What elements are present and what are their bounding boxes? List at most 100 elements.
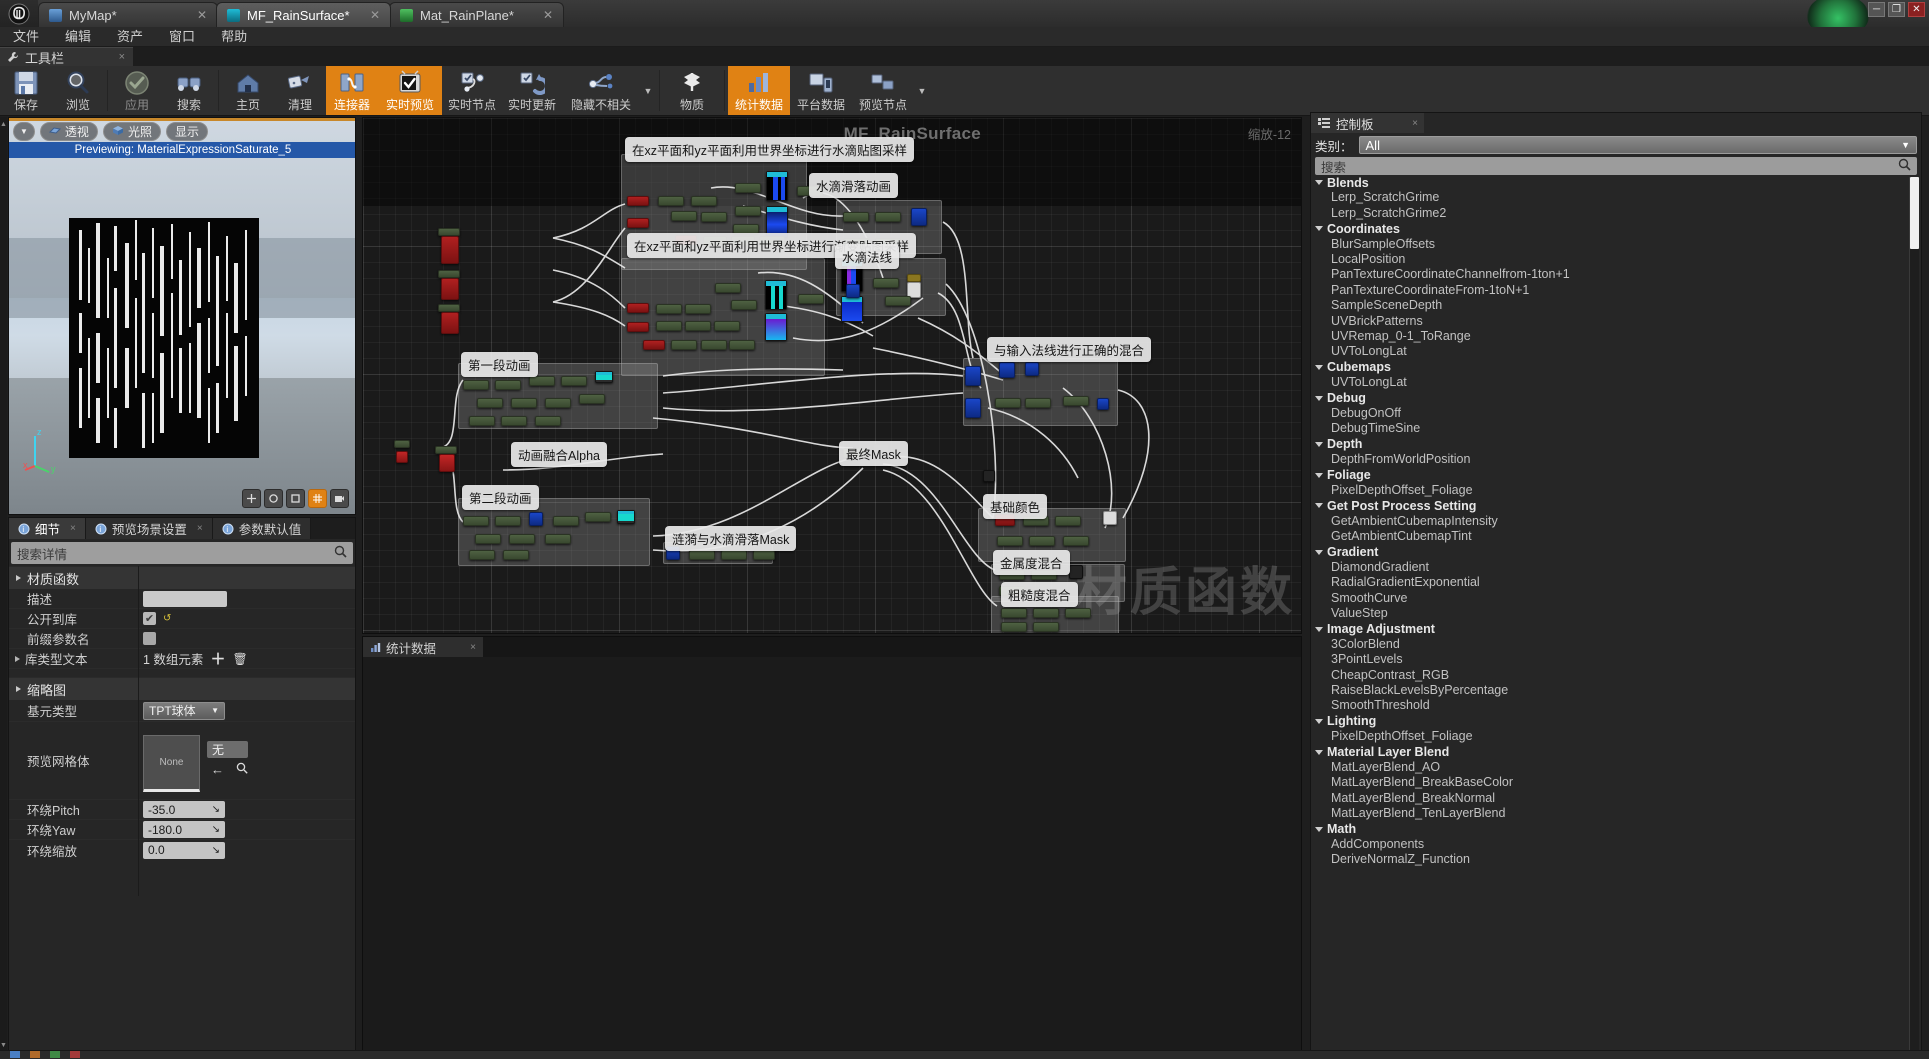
- toolbar-clean-button[interactable]: 清理: [274, 66, 326, 115]
- graph-texture-node[interactable]: [617, 510, 635, 524]
- graph-node[interactable]: [731, 300, 757, 310]
- taskb-icon-1[interactable]: [10, 1051, 20, 1058]
- palette-list-item[interactable]: PanTextureCoordinateFrom-1toN+1: [1313, 283, 1921, 298]
- graph-comment[interactable]: 涟漪与水滴滑落Mask: [665, 526, 797, 551]
- graph-comment[interactable]: 粗糙度混合: [1001, 582, 1078, 607]
- graph-node[interactable]: [441, 312, 459, 334]
- palette-list-item[interactable]: SampleSceneDepth: [1313, 298, 1921, 313]
- graph-node[interactable]: [846, 284, 860, 298]
- palette-list-item[interactable]: DebugOnOff: [1313, 406, 1921, 421]
- graph-node[interactable]: [1025, 398, 1051, 408]
- graph-node[interactable]: [463, 380, 489, 390]
- graph-comment[interactable]: 动画融合Alpha: [511, 442, 607, 467]
- viewport-lit-button[interactable]: 光照: [102, 122, 161, 141]
- graph-node[interactable]: [441, 236, 459, 264]
- graph-node[interactable]: [1033, 622, 1059, 632]
- palette-list-item[interactable]: LocalPosition: [1313, 252, 1921, 267]
- graph-node[interactable]: [475, 534, 501, 544]
- graph-node[interactable]: [753, 550, 775, 560]
- graph-node[interactable]: [553, 516, 579, 526]
- graph-node[interactable]: [701, 212, 727, 222]
- tab-parameter-defaults[interactable]: i 参数默认值: [212, 518, 312, 539]
- graph-node[interactable]: [438, 270, 460, 278]
- graph-node[interactable]: [463, 516, 489, 526]
- palette-list-item[interactable]: Lerp_ScratchGrime: [1313, 190, 1921, 205]
- toolbar-apply-button[interactable]: 应用: [111, 66, 163, 115]
- palette-group-header[interactable]: Get Post Process Setting: [1313, 498, 1921, 513]
- graph-node[interactable]: [529, 512, 543, 526]
- graph-node[interactable]: [643, 340, 665, 350]
- palette-group-header[interactable]: Blends: [1313, 175, 1921, 190]
- graph-node[interactable]: [875, 212, 901, 222]
- graph-node[interactable]: [509, 534, 535, 544]
- orbit-pitch-input[interactable]: -35.0 ↘: [143, 801, 225, 818]
- graph-node[interactable]: [873, 278, 899, 288]
- graph-texture-node[interactable]: [841, 296, 863, 322]
- search-icon[interactable]: [236, 762, 248, 777]
- graph-node[interactable]: [627, 322, 649, 332]
- graph-node[interactable]: [1029, 536, 1055, 546]
- palette-group-header[interactable]: Coordinates: [1313, 221, 1921, 236]
- graph-node[interactable]: [701, 340, 727, 350]
- triangle-right-icon[interactable]: [15, 655, 20, 662]
- graph-node[interactable]: [656, 321, 682, 331]
- palette-list-item[interactable]: PixelDepthOffset_Foliage: [1313, 483, 1921, 498]
- palette-group-header[interactable]: Debug: [1313, 390, 1921, 405]
- toolbar-live-nodes-button[interactable]: 实时节点: [442, 66, 502, 115]
- graph-node[interactable]: [511, 398, 537, 408]
- palette-group-header[interactable]: Gradient: [1313, 544, 1921, 559]
- graph-node[interactable]: [715, 283, 741, 293]
- scroll-down-icon[interactable]: ▼: [0, 1040, 7, 1050]
- graph-comment[interactable]: 水滴滑落动画: [809, 173, 899, 198]
- close-icon[interactable]: ✕: [187, 8, 207, 22]
- reset-arrow-icon[interactable]: ↘: [212, 845, 220, 856]
- material-preview-viewport[interactable]: ▼ 透视 光照 显示 Previewing: MaterialExpressio…: [8, 117, 356, 515]
- tab-preview-scene-settings[interactable]: i 预览场景设置 ×: [85, 518, 213, 539]
- graph-node[interactable]: [885, 296, 911, 306]
- graph-node[interactable]: [965, 366, 981, 386]
- viewport-options-button[interactable]: ▼: [13, 122, 35, 141]
- graph-node[interactable]: [656, 304, 682, 314]
- graph-texture-node[interactable]: [595, 371, 613, 383]
- plus-icon[interactable]: ＋: [210, 648, 225, 669]
- palette-scrollbar-track[interactable]: [1910, 177, 1919, 1051]
- palette-list-item[interactable]: PanTextureCoordinateChannelfrom-1ton+1: [1313, 267, 1921, 282]
- details-section-material-function[interactable]: 材质函数: [9, 566, 355, 589]
- palette-list-item[interactable]: RadialGradientExponential: [1313, 575, 1921, 590]
- graph-node[interactable]: [627, 196, 649, 206]
- palette-scrollbar-thumb[interactable]: [1910, 177, 1919, 249]
- viewport-perspective-button[interactable]: 透视: [39, 122, 98, 141]
- menu-item-file[interactable]: 文件: [0, 27, 52, 47]
- graph-node[interactable]: [691, 196, 717, 206]
- menu-item-help[interactable]: 帮助: [208, 27, 260, 47]
- graph-texture-node[interactable]: [765, 280, 787, 310]
- graph-node[interactable]: [671, 211, 697, 221]
- prefix-parameter-checkbox[interactable]: [143, 632, 156, 645]
- palette-list-item[interactable]: CheapContrast_RGB: [1313, 668, 1921, 683]
- toolbar-save-button[interactable]: 保存: [0, 66, 52, 115]
- palette-list-item[interactable]: GetAmbientCubemapTint: [1313, 529, 1921, 544]
- reset-arrow-icon[interactable]: ↘: [212, 824, 220, 835]
- graph-node[interactable]: [627, 303, 649, 313]
- close-icon[interactable]: ×: [70, 523, 76, 534]
- material-graph-editor[interactable]: MF_RainSurface 缩放-12 材质函数 在xz平面和yz平面利用世界…: [362, 117, 1302, 634]
- comment-group-box[interactable]: [963, 358, 1118, 426]
- palette-group-header[interactable]: Math: [1313, 821, 1921, 836]
- graph-comment[interactable]: 最终Mask: [839, 441, 908, 466]
- comment-group-box[interactable]: [621, 258, 825, 376]
- graph-node[interactable]: [721, 550, 747, 560]
- palette-list-item[interactable]: 3ColorBlend: [1313, 637, 1921, 652]
- minimize-button[interactable]: ─: [1868, 2, 1885, 17]
- palette-group-header[interactable]: Lighting: [1313, 714, 1921, 729]
- graph-texture-node[interactable]: [766, 171, 788, 201]
- graph-node[interactable]: [579, 394, 605, 404]
- palette-list-item[interactable]: UVToLongLat: [1313, 375, 1921, 390]
- palette-group-header[interactable]: Depth: [1313, 437, 1921, 452]
- graph-node[interactable]: [469, 550, 495, 560]
- palette-list-item[interactable]: 3PointLevels: [1313, 652, 1921, 667]
- palette-list-item[interactable]: SmoothCurve: [1313, 591, 1921, 606]
- primitive-type-dropdown[interactable]: TPT球体 ▼: [143, 701, 225, 720]
- graph-node[interactable]: [1025, 362, 1039, 376]
- toolbar-preview-node-button[interactable]: 预览节点: [852, 66, 914, 115]
- stats-panel-tab[interactable]: 统计数据 ×: [363, 637, 483, 657]
